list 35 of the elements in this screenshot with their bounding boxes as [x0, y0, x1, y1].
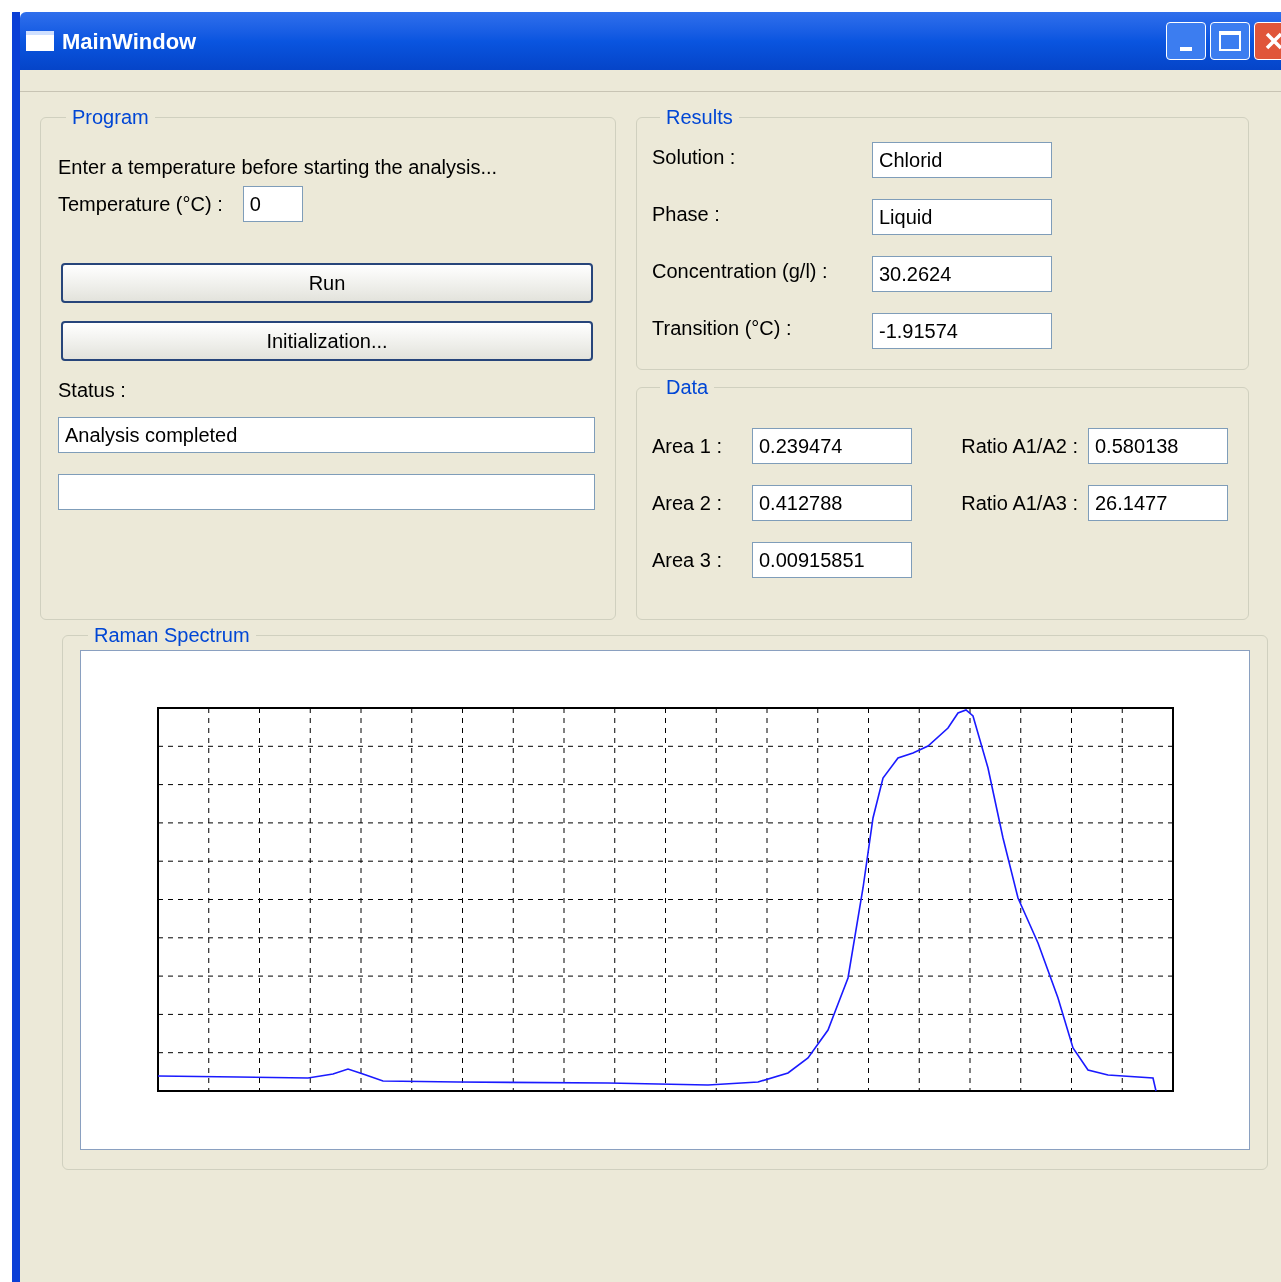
close-icon [1265, 32, 1281, 50]
group-title: Program [71, 105, 150, 130]
result-field[interactable]: 30.2624 [872, 256, 1052, 292]
field-label: Area 1 : [652, 434, 724, 459]
field-label: Area 2 : [652, 491, 724, 516]
action-button[interactable]: Initialization... [61, 321, 593, 361]
minimize-button[interactable] [1166, 22, 1206, 60]
group-title: Data [665, 375, 710, 400]
instruction-text: Enter a temperature before starting the analysis... [58, 155, 499, 180]
data-field[interactable]: 26.1477 [1088, 485, 1228, 521]
field-label: Status : [58, 378, 127, 403]
result-field[interactable]: Chlorid [872, 142, 1052, 178]
field-label: Ratio A1/A3 : [960, 491, 1079, 516]
data-field[interactable]: 0.00915851 [752, 542, 912, 578]
status-field[interactable]: Analysis completed [58, 417, 595, 453]
field-label: Ratio A1/A2 : [960, 434, 1079, 459]
field-label: Phase : [652, 202, 721, 227]
data-field[interactable]: 0.239474 [752, 428, 912, 464]
group-title: Results [665, 105, 734, 130]
field-label: Area 3 : [652, 548, 724, 573]
field-label: Temperature (°C) : [58, 192, 223, 217]
result-field[interactable]: -1.91574 [872, 313, 1052, 349]
action-button[interactable]: Run [61, 263, 593, 303]
field-label: Transition (°C) : [652, 316, 793, 341]
window-icon [26, 31, 54, 51]
window-title: MainWindow [62, 27, 197, 56]
maximize-button[interactable] [1210, 22, 1250, 60]
group-title: Raman Spectrum [93, 623, 251, 648]
temperature-field[interactable]: 0 [242, 186, 303, 222]
data-field[interactable]: 0.580138 [1088, 428, 1228, 464]
field-label: Concentration (g/l) : [652, 259, 829, 284]
result-field[interactable]: Liquid [872, 199, 1052, 235]
status-detail-field[interactable] [58, 474, 595, 510]
data-field[interactable]: 0.412788 [752, 485, 912, 521]
field-label: Solution : [652, 145, 737, 170]
